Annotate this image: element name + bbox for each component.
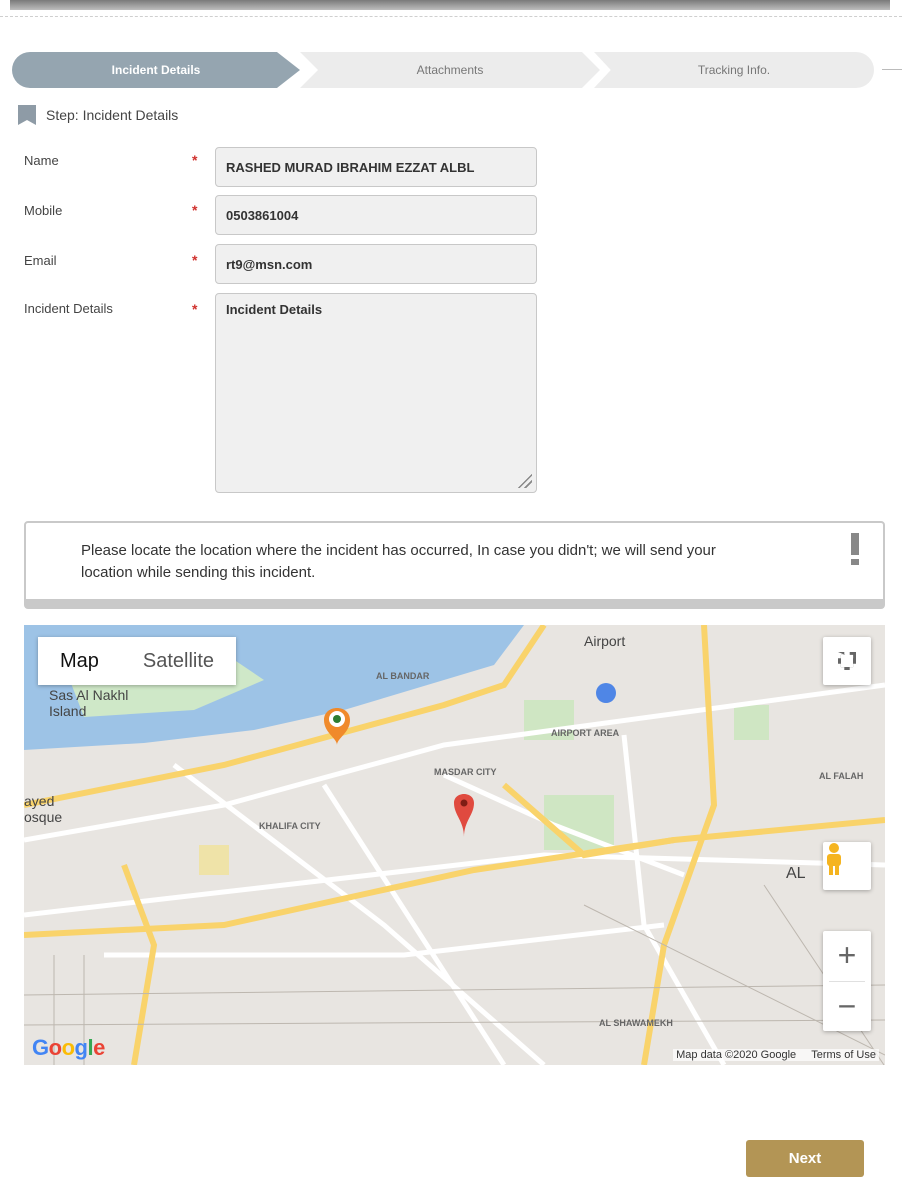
- name-required-mark: *: [192, 152, 198, 168]
- map-type-control: Map Satellite: [38, 637, 237, 685]
- fullscreen-icon: [838, 652, 856, 670]
- map-label-al-bandar: AL BANDAR: [376, 671, 430, 681]
- mobile-required-mark: *: [192, 202, 198, 218]
- map-type-satellite-button[interactable]: Satellite: [121, 637, 236, 685]
- map-label-sas-al-nakhl: Sas Al Nakhl Island: [49, 687, 129, 719]
- map-label-airport: Airport: [584, 633, 626, 649]
- pegman-icon: [827, 843, 841, 875]
- name-label: Name: [24, 153, 59, 168]
- map-label-al-falah: AL FALAH: [819, 771, 864, 781]
- incident-details-label: Incident Details: [24, 301, 113, 316]
- stepper-line: [882, 69, 902, 70]
- fullscreen-button[interactable]: [823, 637, 871, 685]
- map-type-map-button[interactable]: Map: [38, 637, 121, 685]
- bookmark-icon: [18, 105, 36, 125]
- name-field[interactable]: [215, 147, 537, 187]
- map-label-mosque: ayed osque: [24, 793, 63, 825]
- top-bar: [10, 0, 890, 10]
- location-notice: Please locate the location where the inc…: [24, 521, 885, 609]
- map-label-masdar-city: MASDAR CITY: [434, 767, 497, 777]
- email-field[interactable]: [215, 244, 537, 284]
- map-canvas[interactable]: [24, 625, 885, 1065]
- exclamation-icon: [851, 533, 859, 565]
- step-heading: Step: Incident Details: [18, 105, 178, 125]
- incident-details-textarea[interactable]: Incident Details: [215, 293, 537, 493]
- zoom-in-button[interactable]: +: [823, 931, 871, 981]
- resize-grip-icon[interactable]: [516, 472, 532, 488]
- zoom-control: + −: [823, 931, 871, 1031]
- stepper: Incident Details Attachments Tracking In…: [12, 52, 902, 88]
- map-label-al-shawamekh: AL SHAWAMEKH: [599, 1018, 673, 1028]
- map[interactable]: Airport AIRPORT AREA AL BANDAR MASDAR CI…: [24, 625, 885, 1065]
- step-tracking-info[interactable]: Tracking Info.: [594, 52, 874, 88]
- map-data-credit: Map data ©2020 Google: [676, 1049, 797, 1061]
- mobile-field[interactable]: [215, 195, 537, 235]
- google-logo[interactable]: Google: [32, 1035, 105, 1061]
- step-heading-text: Step: Incident Details: [46, 107, 179, 123]
- map-label-airport-area: AIRPORT AREA: [551, 728, 620, 738]
- street-view-button[interactable]: [823, 842, 871, 890]
- notice-text: Please locate the location where the inc…: [81, 542, 716, 581]
- map-label-khalifa-city: KHALIFA CITY: [259, 821, 321, 831]
- map-attribution: Map data ©2020 Google Terms of Use: [673, 1049, 879, 1061]
- zoom-out-button[interactable]: −: [823, 981, 871, 1031]
- top-divider: [0, 16, 902, 17]
- step-incident-details[interactable]: Incident Details: [12, 52, 300, 88]
- email-required-mark: *: [192, 252, 198, 268]
- step-attachments[interactable]: Attachments: [300, 52, 600, 88]
- email-label: Email: [24, 253, 57, 268]
- incident-details-required-mark: *: [192, 301, 198, 317]
- map-label-al: AL: [786, 865, 806, 882]
- next-button[interactable]: Next: [746, 1140, 864, 1177]
- terms-of-use-link[interactable]: Terms of Use: [811, 1049, 876, 1061]
- mobile-label: Mobile: [24, 203, 63, 218]
